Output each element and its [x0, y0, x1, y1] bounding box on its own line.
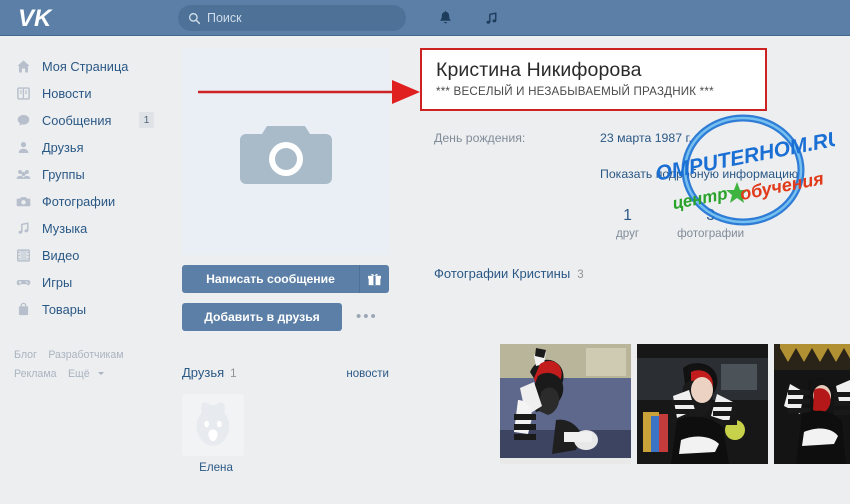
bell-icon[interactable]: [435, 8, 455, 28]
profile-right-column: Кристина Никифорова *** ВЕСЕЛЫЙ И НЕЗАБЫ…: [420, 48, 850, 464]
add-friend-row: Добавить в друзья •••: [182, 293, 398, 331]
sidebar-item-games[interactable]: Игры: [0, 269, 172, 296]
sidebar-item-label: Друзья: [42, 140, 84, 155]
goods-icon: [14, 301, 32, 319]
sidebar: Моя Страница Новости Сообщения 1 Друзья …: [0, 37, 172, 504]
top-bar: VK: [0, 0, 850, 36]
list-item[interactable]: [774, 344, 850, 464]
counter-value: 1: [623, 207, 632, 224]
footer-link-more[interactable]: Ещё: [68, 368, 90, 380]
counter-caption: друг: [616, 227, 640, 240]
sidebar-item-messages[interactable]: Сообщения 1: [0, 107, 172, 134]
birthday-value[interactable]: 23 марта 1987 г.: [600, 131, 692, 145]
friend-name[interactable]: Елена: [182, 461, 250, 474]
profile-avatar[interactable]: [182, 48, 389, 255]
friends-icon: [14, 139, 32, 157]
sidebar-item-label: Сообщения: [42, 113, 112, 128]
photos-block-count: 3: [577, 269, 584, 281]
sidebar-item-my-page[interactable]: Моя Страница: [0, 53, 172, 80]
footer-link-ads[interactable]: Реклама: [14, 368, 57, 380]
profile-status[interactable]: *** ВЕСЕЛЫЙ И НЕЗАБЫВАЕМЫЙ ПРАЗДНИК ***: [436, 85, 753, 98]
add-friend-label: Добавить в друзья: [204, 310, 320, 324]
sidebar-item-label: Моя Страница: [42, 59, 129, 74]
sidebar-item-label: Товары: [42, 302, 87, 317]
groups-icon: [14, 166, 32, 184]
gift-icon[interactable]: [359, 265, 389, 293]
photos-block-header: Фотографии Кристины 3: [420, 266, 840, 281]
counter-friends[interactable]: 1 друг: [616, 207, 639, 240]
sidebar-item-label: Фотографии: [42, 194, 116, 209]
sidebar-item-label: Новости: [42, 86, 92, 101]
friends-block-header: Друзья 1 новости: [182, 365, 389, 380]
friends-block-title[interactable]: Друзья: [182, 365, 224, 380]
counter-value: 3: [706, 207, 715, 224]
profile-left-column: Написать сообщение Добавить в друзья •••…: [182, 48, 398, 474]
write-message-button[interactable]: Написать сообщение: [182, 265, 389, 293]
add-friend-button[interactable]: Добавить в друзья: [182, 303, 342, 331]
sidebar-item-label: Видео: [42, 248, 80, 263]
write-message-label: Написать сообщение: [206, 272, 335, 286]
games-icon: [14, 274, 32, 292]
news-icon: [14, 85, 32, 103]
sidebar-item-friends[interactable]: Друзья: [0, 134, 172, 161]
friends-block-count: 1: [230, 368, 237, 380]
photos-block-title[interactable]: Фотографии Кристины: [434, 266, 570, 281]
list-item[interactable]: Елена: [182, 394, 250, 474]
camera-placeholder-icon: [238, 114, 334, 190]
footer-link-blog[interactable]: Блог: [14, 349, 37, 361]
messages-badge: 1: [139, 112, 154, 128]
friends-news-link[interactable]: новости: [346, 368, 389, 380]
sidebar-nav: Моя Страница Новости Сообщения 1 Друзья …: [0, 37, 172, 323]
search-box[interactable]: [178, 5, 406, 31]
sidebar-item-goods[interactable]: Товары: [0, 296, 172, 323]
counter-caption: фотографии: [677, 227, 745, 240]
counter-photos[interactable]: 3 фотографии: [677, 207, 744, 240]
search-input[interactable]: [201, 11, 406, 25]
sidebar-item-groups[interactable]: Группы: [0, 161, 172, 188]
sidebar-footer: Блог Разработчикам Реклама Ещё: [14, 345, 131, 383]
more-actions-button[interactable]: •••: [356, 303, 378, 331]
list-item[interactable]: [500, 344, 631, 464]
sidebar-item-news[interactable]: Новости: [0, 80, 172, 107]
message-icon: [14, 112, 32, 130]
home-icon: [14, 58, 32, 76]
sidebar-item-music[interactable]: Музыка: [0, 215, 172, 242]
vk-profile-page: VK Поиск Моя Страница Новости Сообщения …: [0, 0, 850, 504]
show-details-link[interactable]: Показать подробную информацию: [420, 167, 840, 181]
list-item[interactable]: [637, 344, 768, 464]
sidebar-item-label: Музыка: [42, 221, 88, 236]
profile-counters: 1 друг 3 фотографии: [420, 207, 840, 240]
dog-avatar-icon: [182, 394, 244, 456]
birthday-label: День рождения:: [434, 131, 526, 145]
music-icon[interactable]: [481, 8, 501, 28]
sidebar-item-photos[interactable]: Фотографии: [0, 188, 172, 215]
photos-strip: [500, 344, 850, 464]
search-icon: [188, 12, 201, 25]
camera-icon: [14, 193, 32, 211]
video-icon: [14, 247, 32, 265]
profile-name-highlight: Кристина Никифорова *** ВЕСЕЛЫЙ И НЕЗАБЫ…: [420, 48, 767, 111]
page-title: Кристина Никифорова: [436, 59, 642, 81]
svg-text:VK: VK: [18, 5, 53, 31]
footer-link-developers[interactable]: Разработчикам: [48, 349, 123, 361]
sidebar-item-label: Игры: [42, 275, 73, 290]
vk-logo-icon[interactable]: VK: [14, 4, 58, 32]
sidebar-item-label: Группы: [42, 167, 85, 182]
music-icon: [14, 220, 32, 238]
chevron-down-icon: [97, 372, 104, 375]
birthday-row: День рождения: 23 марта 1987 г.: [420, 131, 840, 145]
sidebar-item-video[interactable]: Видео: [0, 242, 172, 269]
